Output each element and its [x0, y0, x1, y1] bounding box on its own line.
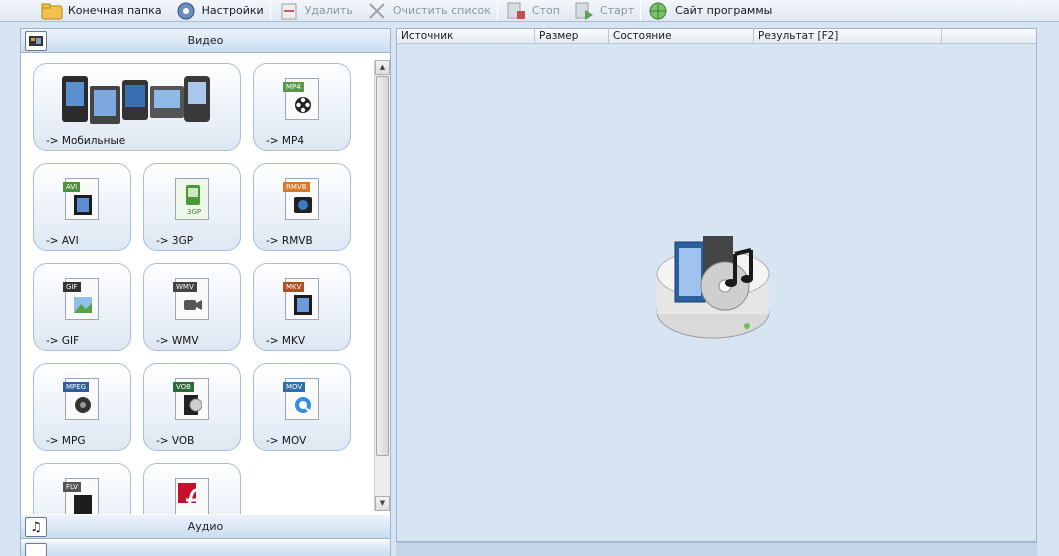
delete-label: Удалить [304, 4, 353, 17]
mkv-tag: MKV [283, 282, 305, 292]
tile-avi-label: -> AVI [46, 235, 79, 247]
globe-icon [647, 1, 671, 21]
column-size[interactable]: Размер [535, 29, 609, 44]
gear-icon [174, 1, 198, 21]
start-button[interactable]: Старт [566, 0, 640, 22]
mov-icon: MOV [283, 378, 319, 420]
app-logo-icon [655, 234, 775, 344]
flv-tag: FLV [63, 482, 81, 492]
tile-mkv-label: -> MKV [266, 335, 306, 347]
tile-vob[interactable]: VOB -> VOB [143, 363, 241, 451]
tile-swf[interactable] [143, 463, 241, 514]
settings-button[interactable]: Настройки [168, 0, 270, 22]
tile-3gp-label: -> 3GP [156, 235, 194, 247]
stop-label: Стоп [531, 4, 560, 17]
gif-icon: GIF [63, 278, 99, 320]
scrollbar-thumb[interactable] [376, 76, 389, 456]
audio-category-header[interactable]: ♫ Аудио [21, 515, 390, 539]
folder-icon [40, 1, 64, 21]
clear-list-label: Очистить список [392, 4, 491, 17]
tile-mov[interactable]: MOV -> MOV [253, 363, 351, 451]
column-result[interactable]: Результат [F2] [754, 29, 942, 44]
output-folder-button[interactable]: Конечная папка [34, 0, 168, 22]
mpg-icon: MPEG [63, 378, 99, 420]
tile-mkv[interactable]: MKV -> MKV [253, 263, 351, 351]
mpeg-tag: MPEG [63, 382, 90, 392]
tile-rmvb[interactable]: RMVB -> RMVB [253, 163, 351, 251]
music-note-icon: ♫ [25, 517, 47, 537]
mkv-icon: MKV [283, 278, 319, 320]
column-filler [942, 29, 1036, 44]
output-folder-label: Конечная папка [68, 4, 162, 17]
next-category-header[interactable] [21, 541, 390, 556]
file-list-panel: Источник Размер Состояние Результат [F2] [396, 28, 1037, 542]
tile-avi[interactable]: AVI -> AVI [33, 163, 131, 251]
tile-wmv[interactable]: WMV -> WMV [143, 263, 241, 351]
wmv-tag: WMV [173, 282, 197, 292]
delete-button[interactable]: Удалить [271, 0, 359, 22]
tile-mpg[interactable]: MPEG -> MPG [33, 363, 131, 451]
video-format-tiles: -> Мобильные MP4 -> MP4 AVI -> AVI 3GP -… [21, 54, 373, 514]
rmvb-tag: RMVB [283, 182, 310, 192]
tile-mp4[interactable]: MP4 -> MP4 [253, 63, 351, 151]
rmvb-icon: RMVB [283, 178, 319, 220]
scroll-up-button[interactable]: ▲ [375, 60, 390, 75]
file-list-header: Источник Размер Состояние Результат [F2] [397, 29, 1036, 44]
scroll-down-button[interactable]: ▼ [375, 496, 390, 511]
mobile-devices-icon [62, 72, 212, 126]
tile-mobile-label: -> Мобильные [46, 135, 126, 147]
3gp-icon: 3GP [175, 178, 209, 220]
tile-mpg-label: -> MPG [46, 435, 86, 447]
website-button[interactable]: Сайт программы [641, 0, 778, 22]
flash-icon [175, 478, 209, 514]
wmv-icon: WMV [173, 278, 209, 320]
column-source[interactable]: Источник [397, 29, 535, 44]
gif-tag: GIF [63, 282, 81, 292]
tile-gif-label: -> GIF [46, 335, 80, 347]
mov-tag: MOV [283, 382, 306, 392]
website-label: Сайт программы [675, 4, 773, 17]
tile-mobile[interactable]: -> Мобильные [33, 63, 241, 151]
flv-icon: FLV [63, 478, 99, 514]
video-category-header[interactable]: Видео [21, 29, 390, 53]
tile-flv[interactable]: FLV [33, 463, 131, 514]
column-state[interactable]: Состояние [609, 29, 754, 44]
stop-button[interactable]: Стоп [498, 0, 566, 22]
audio-category-title: Аудио [187, 520, 224, 533]
mp4-icon: MP4 [283, 78, 319, 120]
start-label: Старт [599, 4, 635, 17]
delete-icon [277, 1, 301, 21]
clear-icon [365, 1, 389, 21]
stop-icon [504, 1, 528, 21]
tiles-scrollbar[interactable]: ▲ ▼ [374, 60, 390, 511]
start-icon [572, 1, 596, 21]
video-category-title: Видео [187, 34, 224, 47]
settings-label: Настройки [201, 4, 264, 17]
status-bar [396, 542, 1037, 556]
clear-list-button[interactable]: Очистить список [359, 0, 497, 22]
vob-icon: VOB [173, 378, 209, 420]
tile-gif[interactable]: GIF -> GIF [33, 263, 131, 351]
avi-tag: AVI [63, 182, 81, 192]
3gp-tag: 3GP [187, 208, 202, 216]
vob-tag: VOB [173, 382, 194, 392]
category-icon [25, 543, 47, 556]
tile-3gp[interactable]: 3GP -> 3GP [143, 163, 241, 251]
tile-mp4-label: -> MP4 [266, 135, 304, 147]
tile-vob-label: -> VOB [156, 435, 195, 447]
mp4-tag: MP4 [283, 82, 304, 92]
video-category-icon [25, 31, 47, 51]
tile-wmv-label: -> WMV [156, 335, 199, 347]
avi-icon: AVI [63, 178, 99, 220]
tile-mov-label: -> MOV [266, 435, 307, 447]
tile-rmvb-label: -> RMVB [266, 235, 313, 247]
toolbar: Конечная папка Настройки Удалить Очистит… [0, 0, 1059, 22]
format-panel: Видео -> Мобильные MP4 -> MP4 AVI -> AVI… [20, 28, 391, 556]
